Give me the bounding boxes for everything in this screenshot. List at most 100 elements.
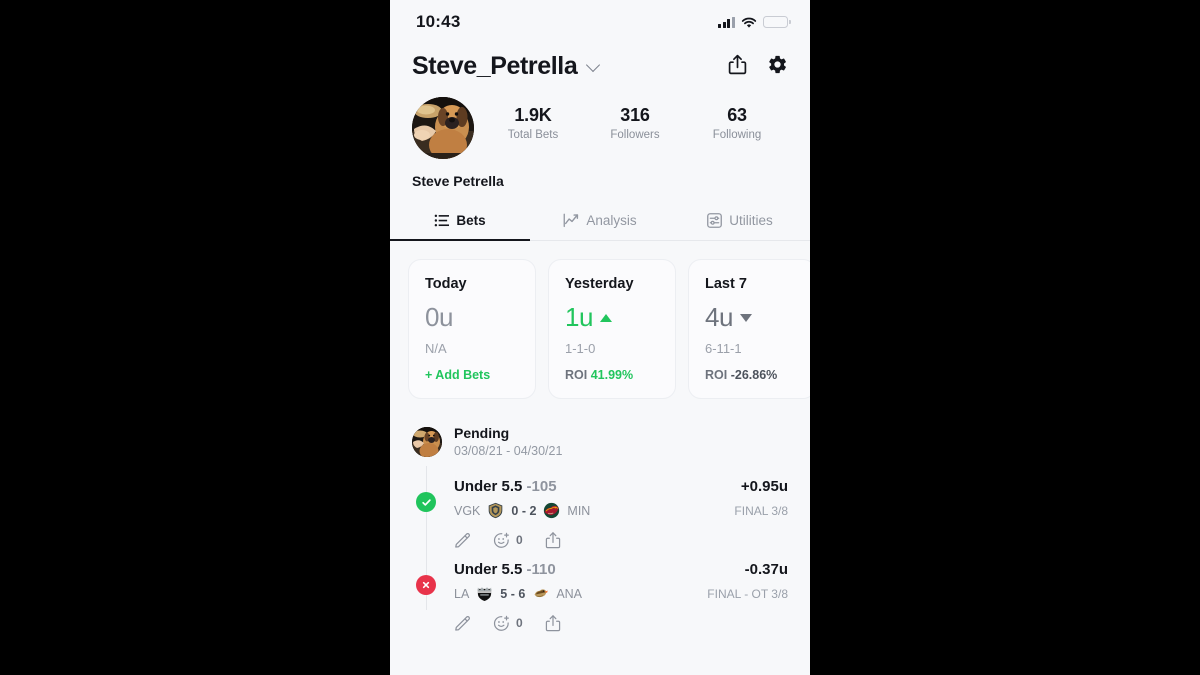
add-reaction-icon[interactable]: 0: [493, 615, 523, 632]
card-roi: ROI 41.99%: [565, 368, 661, 382]
bet-score: 5 - 6: [500, 586, 526, 601]
los-angeles-kings-logo: [478, 587, 492, 601]
bet-headline: Under 5.5 -105 +0.95u: [454, 478, 788, 495]
bet-action-bar: 0: [454, 614, 788, 632]
bet-matchup-row: LA 5 - 6 ANA FINAL - OT 3/8: [454, 585, 788, 602]
gear-icon[interactable]: [767, 54, 788, 80]
roi-label: ROI: [705, 368, 728, 382]
bet-matchup-row: VGK 0 - 2 MIN FINAL 3/8: [454, 502, 788, 519]
avatar[interactable]: [412, 97, 474, 159]
x-circle-icon: [416, 575, 436, 595]
phone-viewport: 10:43 Steve_Petrella 1.9K Total Bets 316…: [390, 0, 810, 675]
username-dropdown[interactable]: Steve_Petrella: [412, 52, 600, 81]
card-value: 0u: [425, 302, 453, 332]
add-reaction-icon[interactable]: 0: [493, 532, 523, 549]
card-record: 1-1-0: [565, 341, 596, 356]
bet-row[interactable]: Under 5.5 -110 -0.37u LA 5 - 6 ANA FINAL…: [390, 549, 810, 632]
share-icon[interactable]: [545, 531, 561, 549]
list-icon: [434, 213, 450, 228]
chevron-down-icon[interactable]: [587, 60, 600, 73]
profile-full-name: Steve Petrella: [412, 173, 504, 189]
page-title: Steve_Petrella: [412, 52, 578, 80]
summary-card-last-7[interactable]: Last 7 4u 6-11-1 ROI -26.86%: [688, 259, 810, 399]
bet-score: 0 - 2: [511, 503, 537, 518]
card-value: 1u: [565, 302, 593, 332]
bet-selection: Under 5.5 -105: [454, 478, 557, 495]
bet-feed: Pending 03/08/21 - 04/30/21 Under 5.5 -1…: [390, 399, 810, 632]
sliders-icon: [707, 213, 723, 228]
stat-value: 316: [620, 105, 650, 125]
share-icon[interactable]: [545, 614, 561, 632]
bet-selection: Under 5.5 -110: [454, 561, 556, 578]
away-team-abbr: VGK: [454, 503, 481, 518]
stat-label: Following: [712, 129, 762, 141]
stat-value: 63: [727, 105, 747, 125]
stat-label: Followers: [610, 129, 660, 141]
status-bar-indicators: [718, 16, 791, 28]
reaction-count: 0: [516, 616, 523, 630]
tab-bar: Bets Analysis Utilities: [390, 203, 810, 241]
roi-label: ROI: [565, 368, 588, 382]
bet-list: Under 5.5 -105 +0.95u VGK 0 - 2 MIN FINA…: [390, 466, 810, 632]
avatar[interactable]: [412, 427, 442, 457]
bet-action-bar: 0: [454, 531, 788, 549]
bet-content: Under 5.5 -110 -0.37u LA 5 - 6 ANA FINAL…: [436, 561, 788, 632]
card-title: Yesterday: [565, 276, 634, 292]
tab-analysis[interactable]: Analysis: [530, 203, 670, 240]
summary-card-carousel[interactable]: Today 0u N/A + Add Bets Yesterday 1u 1-1…: [390, 241, 810, 399]
card-value-row: 0u: [425, 302, 521, 333]
roi-value: -26.86%: [730, 368, 778, 382]
share-icon[interactable]: [728, 54, 747, 80]
pencil-icon[interactable]: [454, 532, 471, 549]
vegas-golden-knights-logo: [489, 502, 503, 519]
bet-amount: -0.37u: [744, 561, 788, 578]
away-team-abbr: LA: [454, 586, 470, 601]
card-value-row: 1u: [565, 302, 661, 333]
summary-card-today[interactable]: Today 0u N/A + Add Bets: [408, 259, 536, 399]
stats-list: 1.9K Total Bets 316 Followers 63 Followi…: [474, 97, 788, 141]
status-bar-time: 10:43: [416, 12, 461, 31]
stat-label: Total Bets: [507, 129, 559, 141]
bet-amount: +0.95u: [740, 478, 788, 495]
bet-selection-name: Under 5.5: [454, 478, 523, 495]
card-title: Today: [425, 276, 467, 292]
card-record: N/A: [425, 341, 447, 356]
battery-low-power-icon: [763, 16, 791, 28]
cellular-signal-icon: [718, 16, 735, 28]
profile-summary: 1.9K Total Bets 316 Followers 63 Followi…: [390, 91, 810, 159]
minnesota-wild-logo: [544, 502, 560, 519]
add-bets-button[interactable]: + Add Bets: [425, 368, 521, 382]
stat-total-bets[interactable]: 1.9K Total Bets: [482, 105, 584, 141]
tab-utilities[interactable]: Utilities: [670, 203, 810, 240]
matchup: LA 5 - 6 ANA: [454, 585, 582, 602]
card-title: Last 7: [705, 276, 747, 292]
bet-odds: -110: [526, 561, 556, 578]
screenshot-stage: 10:43 Steve_Petrella 1.9K Total Bets 316…: [0, 0, 1200, 675]
bet-final-status: FINAL - OT 3/8: [707, 586, 788, 601]
home-team-abbr: MIN: [567, 503, 591, 518]
bet-row[interactable]: Under 5.5 -105 +0.95u VGK 0 - 2 MIN FINA…: [390, 466, 810, 549]
bet-headline: Under 5.5 -110 -0.37u: [454, 561, 788, 578]
user-avatar-dog-photo: [412, 97, 474, 159]
bet-odds: -105: [526, 478, 557, 495]
stat-following[interactable]: 63 Following: [686, 105, 788, 141]
bet-final-status: FINAL 3/8: [734, 503, 788, 518]
stat-value: 1.9K: [514, 105, 552, 125]
wifi-icon: [741, 16, 757, 28]
tab-bets[interactable]: Bets: [390, 203, 530, 241]
tab-label: Analysis: [586, 213, 637, 228]
app-header: Steve_Petrella: [390, 44, 810, 91]
summary-card-yesterday[interactable]: Yesterday 1u 1-1-0 ROI 41.99%: [548, 259, 676, 399]
bet-selection-name: Under 5.5: [454, 561, 523, 578]
card-roi: ROI -26.86%: [705, 368, 801, 382]
status-bar: 10:43: [390, 0, 810, 44]
pencil-icon[interactable]: [454, 615, 471, 632]
card-value: 4u: [705, 302, 733, 332]
tab-label: Utilities: [729, 213, 773, 228]
roi-value: 41.99%: [590, 368, 634, 382]
feed-header[interactable]: Pending 03/08/21 - 04/30/21: [390, 425, 810, 458]
card-value-row: 4u: [705, 302, 801, 333]
stat-followers[interactable]: 316 Followers: [584, 105, 686, 141]
tab-label: Bets: [456, 213, 486, 228]
bet-content: Under 5.5 -105 +0.95u VGK 0 - 2 MIN FINA…: [436, 478, 788, 549]
